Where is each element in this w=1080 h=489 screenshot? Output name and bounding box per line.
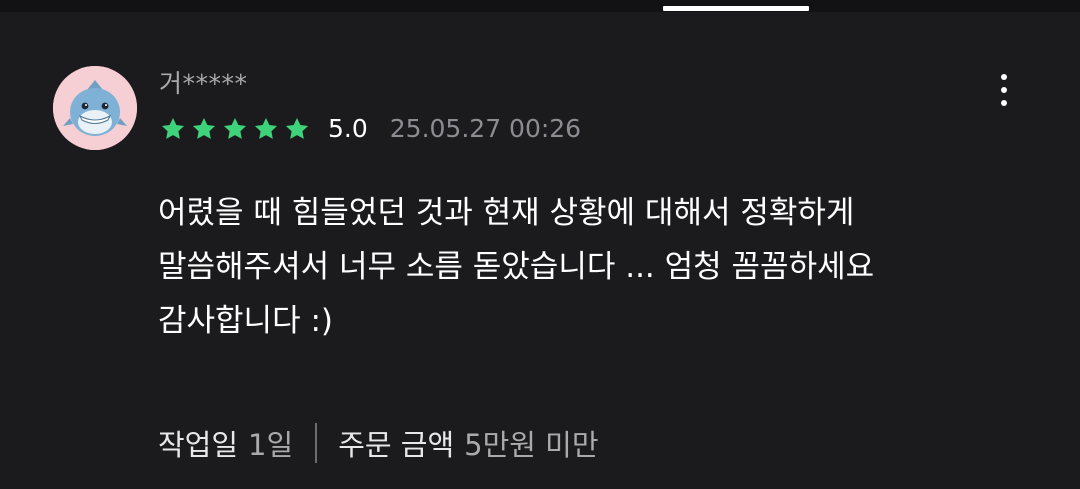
star-icon xyxy=(161,117,185,139)
order-amount-label: 주문 금액 xyxy=(338,428,455,462)
avatar[interactable] xyxy=(53,66,137,150)
shark-avatar-icon xyxy=(53,66,137,150)
review-date: 25.05.27 00:26 xyxy=(389,114,582,143)
more-options-button[interactable] xyxy=(990,70,1018,110)
rating-row: 5.0 25.05.27 00:26 xyxy=(160,112,581,146)
more-vertical-icon xyxy=(1001,87,1007,93)
work-days-value: 1일 xyxy=(248,428,294,462)
more-vertical-icon xyxy=(1001,74,1007,80)
more-vertical-icon xyxy=(1001,100,1007,106)
review-meta: 작업일 1일 주문 금액 5만원 미만 xyxy=(158,420,599,466)
review-card: 거***** 5.0 25.05.27 00:26 어렸을 때 힘들었던 것과 … xyxy=(0,0,1080,489)
star-rating xyxy=(160,116,315,142)
star-icon xyxy=(254,117,278,139)
work-days-label: 작업일 xyxy=(158,428,239,462)
active-tab-indicator xyxy=(663,6,809,11)
star-icon xyxy=(285,117,309,139)
review-text-line: 감사합니다 :) xyxy=(158,303,333,339)
review-text-line: 말씀해주셔서 너무 소름 돋았습니다 ... 엄청 꼼꼼하세요 xyxy=(158,249,875,285)
top-tab-bar xyxy=(0,0,1080,12)
reviewer-username: 거***** xyxy=(159,69,248,98)
meta-divider xyxy=(315,423,318,463)
order-amount-value: 5만원 미만 xyxy=(464,428,599,462)
rating-score: 5.0 xyxy=(328,114,368,143)
review-text: 어렸을 때 힘들었던 것과 현재 상황에 대해서 정확하게 말씀해주셔서 너무 … xyxy=(158,186,1038,348)
review-text-line: 어렸을 때 힘들었던 것과 현재 상황에 대해서 정확하게 xyxy=(158,195,855,231)
star-icon xyxy=(223,117,247,139)
star-icon xyxy=(192,117,216,139)
